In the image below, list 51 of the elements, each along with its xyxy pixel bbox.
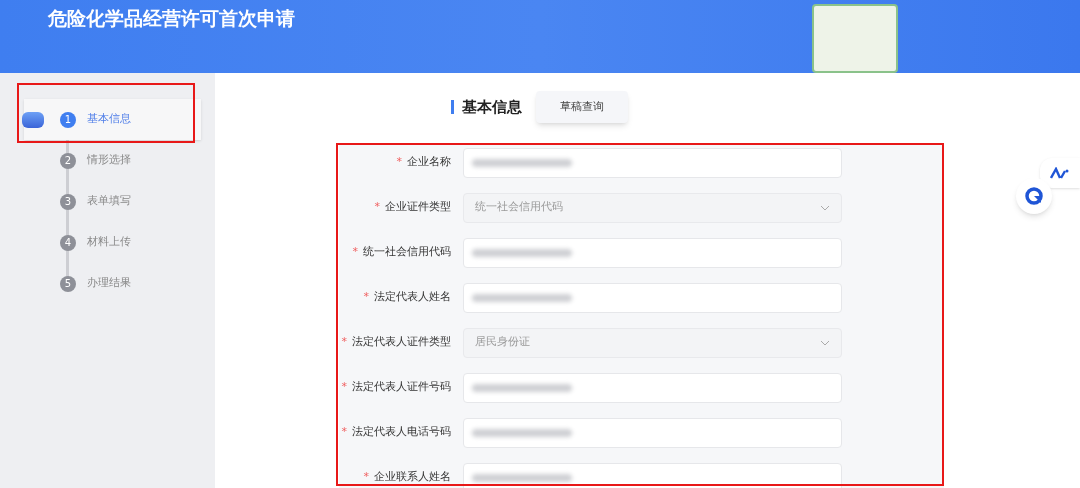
chat-button[interactable] [1016, 178, 1052, 214]
chevron-down-icon [820, 339, 830, 346]
draft-query-button[interactable]: 草稿查询 [536, 91, 628, 123]
step-item[interactable]: 3 表单填写 [24, 181, 215, 222]
step-item[interactable]: 5 办理结果 [24, 263, 215, 304]
step-item[interactable]: 2 情形选择 [24, 140, 215, 181]
input-field[interactable] [463, 417, 842, 448]
required-mark: * [363, 289, 369, 306]
step-label: 基本信息 [87, 111, 131, 128]
field-label: 统一社会信用代码 [363, 244, 451, 261]
select-value: 统一社会信用代码 [475, 199, 563, 216]
step-number: 5 [60, 275, 76, 292]
step-label: 表单填写 [87, 193, 131, 210]
section-marker [451, 100, 454, 114]
select-field[interactable]: 统一社会信用代码 [463, 192, 842, 223]
required-mark: * [341, 334, 347, 351]
required-mark: * [341, 379, 347, 396]
field-label: 法定代表人电话号码 [352, 424, 451, 441]
section-title: 基本信息 [462, 96, 522, 118]
page-title: 危险化学品经营许可首次申请 [48, 6, 295, 31]
input-field[interactable] [463, 372, 842, 403]
field-label: 法定代表人证件类型 [352, 334, 451, 351]
step-number: 2 [60, 152, 76, 169]
ai-logo-icon [1050, 167, 1070, 179]
step-number: 1 [60, 111, 76, 128]
input-field[interactable] [463, 282, 842, 313]
input-field[interactable] [463, 462, 842, 488]
required-mark: * [352, 244, 358, 261]
select-value: 居民身份证 [475, 334, 530, 351]
input-field[interactable] [463, 237, 842, 268]
chevron-down-icon [820, 204, 830, 211]
required-mark: * [396, 154, 402, 171]
ai-assistant-button[interactable] [1040, 158, 1080, 188]
chat-bubble-icon [1025, 187, 1043, 205]
input-field[interactable] [463, 147, 842, 178]
field-label: 企业名称 [407, 154, 451, 171]
field-label: 法定代表人证件号码 [352, 379, 451, 396]
step-number: 4 [60, 234, 76, 251]
field-label: 企业联系人姓名 [374, 469, 451, 486]
step-item[interactable]: 1 基本信息 [24, 99, 201, 140]
required-mark: * [363, 469, 369, 486]
step-label: 情形选择 [87, 152, 131, 169]
required-mark: * [341, 424, 347, 441]
field-label: 法定代表人姓名 [374, 289, 451, 306]
step-item[interactable]: 4 材料上传 [24, 222, 215, 263]
step-label: 材料上传 [87, 234, 131, 251]
field-label: 企业证件类型 [385, 199, 451, 216]
step-number: 3 [60, 193, 76, 210]
select-field[interactable]: 居民身份证 [463, 327, 842, 358]
step-label: 办理结果 [87, 275, 131, 292]
required-mark: * [374, 199, 380, 216]
